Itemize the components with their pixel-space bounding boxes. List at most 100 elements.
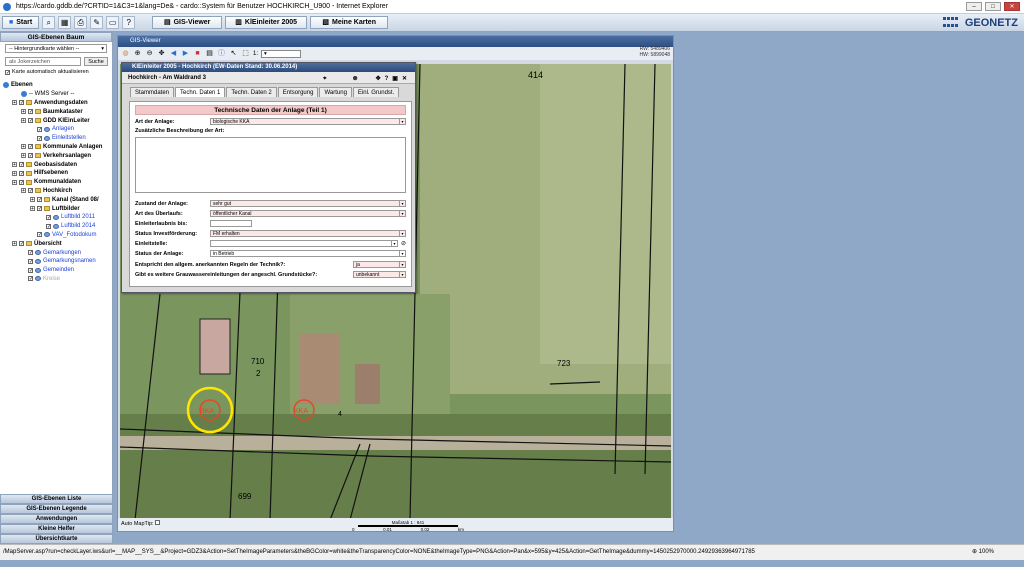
tree-item[interactable]: ✓ Gemarkungsnamen bbox=[3, 257, 112, 266]
tree-item[interactable]: + ✓ Verkehrsanlagen bbox=[3, 151, 112, 160]
expand-icon[interactable]: + bbox=[30, 206, 35, 212]
expand-icon[interactable]: + bbox=[12, 162, 17, 168]
layer-checkbox[interactable]: ✓ bbox=[19, 179, 24, 185]
expand-icon[interactable]: + bbox=[30, 197, 35, 203]
layer-checkbox[interactable]: ✓ bbox=[28, 188, 33, 194]
close-button[interactable]: ✕ bbox=[1004, 2, 1020, 11]
tree-item[interactable]: ✓ Luftbild 2011 bbox=[3, 213, 112, 222]
zustand-select[interactable]: sehr gut ▾ bbox=[210, 200, 406, 207]
layer-checkbox[interactable]: ✓ bbox=[19, 100, 24, 106]
dialog-tab[interactable]: Techn. Daten 1 bbox=[175, 87, 226, 97]
layer-checkbox[interactable]: ✓ bbox=[28, 258, 33, 264]
layer-checkbox[interactable]: ✓ bbox=[28, 267, 33, 273]
help-icon[interactable]: ? bbox=[385, 73, 389, 85]
layer-checkbox[interactable]: ✓ bbox=[46, 223, 51, 229]
tree-item[interactable]: + ✓ Übersicht bbox=[3, 239, 112, 248]
tree-item[interactable]: + ✓ Hilfsebenen bbox=[3, 169, 112, 178]
ueberlauf-select[interactable]: öffentlicher Kanal ▾ bbox=[210, 210, 406, 217]
select-icon[interactable]: ⬚ bbox=[241, 49, 250, 58]
zoom-out-icon[interactable]: ⊖ bbox=[145, 49, 154, 58]
tree-item[interactable]: + ✓ Baumkataster bbox=[3, 107, 112, 116]
tree-item[interactable]: + ✓ Kommunaldaten bbox=[3, 178, 112, 187]
layer-checkbox[interactable]: ✓ bbox=[28, 153, 33, 159]
grauwasser-select[interactable]: unbekannt ▾ bbox=[353, 271, 406, 278]
dialog-tab[interactable]: Techn. Daten 2 bbox=[226, 87, 277, 97]
folder-icon[interactable]: ▭ bbox=[106, 16, 120, 29]
maximize-button[interactable]: □ bbox=[985, 2, 1001, 11]
scale-select[interactable]: ▾ bbox=[261, 49, 302, 58]
left-tab[interactable]: GIS-Ebenen Liste bbox=[0, 494, 113, 504]
layer-checkbox[interactable]: ✓ bbox=[19, 162, 24, 168]
auto-refresh-checkbox[interactable]: ✓ bbox=[5, 69, 10, 75]
dialog-tab[interactable]: Einl. Grundst. bbox=[352, 87, 400, 97]
tree-item[interactable]: + ✓ Anwendungsdaten bbox=[3, 99, 112, 108]
expand-icon[interactable]: + bbox=[21, 188, 26, 194]
expand-icon[interactable] bbox=[21, 259, 26, 264]
info-icon[interactable]: ⓘ bbox=[217, 49, 226, 58]
zoom-in-icon[interactable]: ⊕ bbox=[133, 49, 142, 58]
layer-checkbox[interactable]: ✓ bbox=[37, 206, 42, 212]
expand-icon[interactable] bbox=[30, 232, 35, 237]
layer-checkbox[interactable]: ✓ bbox=[46, 214, 51, 220]
left-tab[interactable]: Kleine Helfer bbox=[0, 524, 113, 534]
art-select[interactable]: biologische KKA ▾ bbox=[210, 118, 406, 125]
tree-item[interactable]: ✓ VAV_Fotodokum bbox=[3, 231, 112, 240]
bka-label[interactable]: BKA bbox=[200, 408, 214, 415]
expand-icon[interactable] bbox=[39, 215, 44, 220]
einleitstelle-select[interactable]: ▾ bbox=[210, 240, 398, 247]
layer-checkbox[interactable]: ✓ bbox=[37, 126, 42, 132]
layer-search-input[interactable]: als Jokerzeichen bbox=[5, 57, 81, 66]
layer-checkbox[interactable]: ✓ bbox=[28, 118, 33, 124]
layers-icon[interactable]: ▤ bbox=[205, 49, 214, 58]
regeln-select[interactable]: ja ▾ bbox=[353, 261, 406, 268]
expand-icon[interactable] bbox=[30, 127, 35, 132]
status-select[interactable]: in Betrieb ▾ bbox=[210, 250, 406, 257]
expand-icon[interactable]: + bbox=[12, 170, 17, 176]
auto-refresh-option[interactable]: ✓ Karte automatisch aktualisieren bbox=[5, 69, 89, 75]
tree-item[interactable]: ✓ Einleitstellen bbox=[3, 134, 112, 143]
back-arrow-icon[interactable]: ◀ bbox=[169, 49, 178, 58]
navigate-icon[interactable]: ✥ bbox=[376, 73, 381, 85]
dialog-tab[interactable]: Entsorgung bbox=[277, 87, 319, 97]
expand-icon[interactable] bbox=[21, 276, 26, 281]
tree-item[interactable]: ✓ Anlagen bbox=[3, 125, 112, 134]
kleinleiter-button[interactable]: ▥ KlEinleiter 2005 bbox=[225, 16, 308, 29]
close-icon[interactable]: ✕ bbox=[402, 73, 407, 85]
dialog-tab[interactable]: Stammdaten bbox=[130, 87, 175, 97]
layer-checkbox[interactable]: ✓ bbox=[28, 109, 33, 115]
stop-icon[interactable]: ■ bbox=[193, 49, 202, 58]
map-pin-icon[interactable]: ⌖ bbox=[323, 73, 326, 85]
search-icon[interactable]: ⌕ bbox=[42, 16, 56, 29]
kka-label[interactable]: KKA bbox=[294, 408, 308, 415]
pan-icon[interactable]: ✥ bbox=[157, 49, 166, 58]
save-icon[interactable]: ▣ bbox=[392, 73, 398, 85]
tree-item[interactable]: + ✓ Kommunale Anlagen bbox=[3, 143, 112, 152]
pointer-icon[interactable]: ↖ bbox=[229, 49, 238, 58]
minimize-button[interactable]: – bbox=[966, 2, 982, 11]
background-map-select[interactable]: -- Hintergrundkarte wählen -- ▾ bbox=[5, 44, 107, 53]
globe-icon[interactable]: ◍ bbox=[121, 49, 130, 58]
layer-checkbox[interactable]: ✓ bbox=[28, 144, 33, 150]
layer-checkbox[interactable]: ✓ bbox=[19, 170, 24, 176]
tree-item[interactable]: ✓ Gemeinden bbox=[3, 266, 112, 275]
edit-icon[interactable]: ✎ bbox=[90, 16, 104, 29]
expand-icon[interactable]: + bbox=[21, 144, 26, 150]
expand-icon[interactable] bbox=[21, 268, 26, 273]
layer-checkbox[interactable]: ✓ bbox=[28, 250, 33, 256]
expand-icon[interactable]: + bbox=[12, 100, 17, 106]
layer-checkbox[interactable]: ✓ bbox=[37, 197, 42, 203]
forward-arrow-icon[interactable]: ▶ bbox=[181, 49, 190, 58]
left-tab[interactable]: Übersichtkarte bbox=[0, 534, 113, 544]
layer-checkbox[interactable]: ✓ bbox=[28, 276, 33, 282]
tree-item[interactable]: + ✓ Geobasisdaten bbox=[3, 160, 112, 169]
tree-item[interactable]: -- WMS Server -- bbox=[3, 90, 112, 99]
layer-checkbox[interactable]: ✓ bbox=[19, 241, 24, 247]
expand-icon[interactable]: + bbox=[21, 109, 26, 115]
left-tab[interactable]: GIS-Ebenen Legende bbox=[0, 504, 113, 514]
tree-item[interactable]: ✓ Gemarkungen bbox=[3, 248, 112, 257]
gis-viewer-button[interactable]: ▤ GIS-Viewer bbox=[152, 16, 223, 29]
expand-icon[interactable]: + bbox=[12, 179, 17, 185]
expand-icon[interactable] bbox=[30, 136, 35, 141]
link-icon[interactable]: ⊗ bbox=[353, 73, 358, 85]
expand-icon[interactable]: + bbox=[21, 118, 26, 124]
